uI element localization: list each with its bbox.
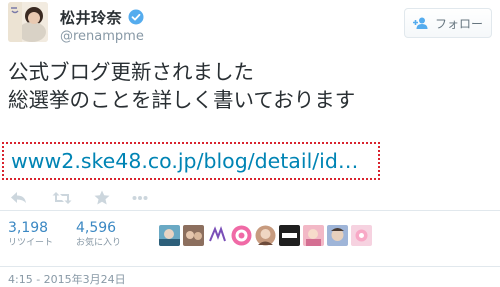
favoriter-avatar[interactable]	[255, 225, 276, 246]
verified-badge-icon	[128, 9, 144, 25]
more-icon[interactable]	[132, 195, 148, 201]
favoriter-avatar[interactable]	[207, 225, 228, 246]
favoriter-avatar[interactable]	[231, 225, 252, 246]
tweet-link[interactable]: www2.ske48.co.jp/blog/detail/id…	[2, 142, 380, 180]
favoriters-avatars	[159, 225, 372, 246]
favorite-label: お気に入り	[76, 238, 122, 248]
retweet-count: 3,198	[8, 220, 49, 236]
favoriter-avatar[interactable]	[279, 225, 300, 246]
favoriter-avatar[interactable]	[183, 225, 204, 246]
favoriter-avatar[interactable]	[303, 225, 324, 246]
retweet-label: リツイート	[8, 238, 54, 248]
user-name-row: 松井玲奈	[60, 7, 144, 27]
tweet-text: 公式ブログ更新されました 総選挙のことを詳しく書いております	[8, 58, 355, 114]
follow-user-icon	[412, 17, 428, 29]
avatar[interactable]	[8, 2, 48, 42]
favoriter-avatar[interactable]	[327, 225, 348, 246]
tweet-line: 総選挙のことを詳しく書いております	[8, 88, 356, 112]
favorite-stat[interactable]: 4,596 お気に入り	[76, 220, 121, 250]
favoriter-avatar[interactable]	[351, 225, 372, 246]
follow-button-label: フォロー	[434, 16, 483, 31]
avatar-image	[8, 2, 48, 42]
favorite-count: 4,596	[76, 220, 117, 236]
favoriter-avatar[interactable]	[159, 225, 180, 246]
user-handle[interactable]: @renampme	[60, 29, 144, 44]
display-name[interactable]: 松井玲奈	[60, 7, 122, 28]
tweet-line: 公式ブログ更新されました	[8, 60, 254, 84]
retweet-icon[interactable]	[52, 191, 72, 205]
retweet-stat[interactable]: 3,198 リツイート	[8, 220, 53, 250]
tweet-actions	[10, 190, 148, 205]
tweet-stats: 3,198 リツイート 4,596 お気に入り	[0, 210, 500, 267]
favorite-icon[interactable]	[94, 190, 110, 205]
tweet-timestamp[interactable]: 4:15 - 2015年3月24日	[8, 271, 126, 287]
reply-icon[interactable]	[10, 191, 28, 205]
follow-button[interactable]: フォロー	[404, 8, 492, 38]
